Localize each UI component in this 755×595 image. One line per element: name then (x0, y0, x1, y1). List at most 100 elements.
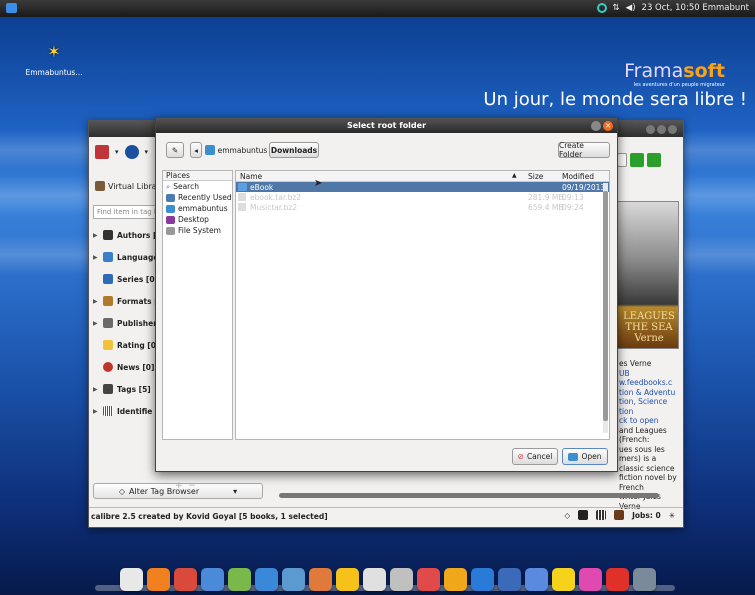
book-icon[interactable] (614, 510, 625, 520)
volume-icon[interactable]: ◀) (626, 3, 636, 13)
dock-app-icon[interactable] (470, 568, 494, 591)
dock-app-icon[interactable] (551, 568, 575, 591)
dock-app-icon[interactable] (632, 568, 656, 591)
dock-app-icon[interactable] (200, 568, 224, 591)
close-icon[interactable] (668, 125, 677, 134)
clock[interactable]: 23 Oct, 10:50 Emmabunt (642, 3, 749, 13)
dock-app-icon[interactable] (497, 568, 521, 591)
keyboard-icon[interactable]: ⇅ (613, 3, 620, 13)
place-item[interactable]: Recently Used (163, 192, 232, 203)
file-modified: 09:13 (562, 193, 584, 202)
chevron-down-icon[interactable]: ▾ (115, 148, 119, 156)
place-item[interactable]: File System (163, 225, 232, 236)
expand-icon[interactable]: ▶ (93, 320, 99, 327)
column-size[interactable]: Size (528, 172, 543, 181)
layout-icon[interactable] (578, 510, 589, 520)
dock-app-icon[interactable] (281, 568, 305, 591)
expand-icon[interactable]: ▶ (93, 408, 99, 415)
drive-icon (166, 226, 175, 235)
add-icon[interactable] (647, 153, 661, 167)
dock-app-icon[interactable] (389, 568, 413, 591)
dock-app-icon[interactable] (578, 568, 602, 591)
add-remove-bookmark[interactable]: + − (175, 481, 196, 491)
open-button[interactable]: Open (562, 448, 608, 465)
detail-link[interactable]: tion & Adventu (619, 388, 677, 398)
desktop-launcher[interactable]: ✶ Emmabuntus... (22, 42, 86, 77)
view-buttons (617, 153, 661, 167)
file-list[interactable]: Name ▲ Size Modified eBook 09/19/2013 eb… (235, 170, 610, 440)
file-row[interactable]: eBook 09/19/2013 (236, 182, 609, 192)
detail-link[interactable]: tion, Science (619, 397, 677, 407)
tag-icon[interactable]: ◇ (564, 511, 570, 520)
cancel-button[interactable]: ⊘ Cancel (512, 448, 558, 465)
grid-icon[interactable] (596, 510, 607, 520)
add-books-icon[interactable] (95, 145, 109, 159)
back-path-button[interactable]: ◂ (190, 142, 202, 158)
dock-app-icon[interactable] (227, 568, 251, 591)
dock-app-icon[interactable] (524, 568, 548, 591)
crumb-home[interactable]: emmabuntus (204, 142, 268, 158)
book-cover[interactable]: LEAGUES THE SEA Verne (617, 201, 679, 349)
dropdown-icon[interactable] (617, 153, 627, 167)
place-item[interactable]: emmabuntus (163, 203, 232, 214)
folder-icon (568, 452, 579, 461)
file-row: Musictar.bz2 659.4 MB 09:24 (236, 202, 609, 212)
horizontal-scrollbar[interactable] (279, 493, 659, 498)
dock-app-icon[interactable] (443, 568, 467, 591)
detail-link[interactable]: tion (619, 407, 677, 417)
close-icon[interactable]: ✕ (603, 121, 613, 131)
logo-part-a: Frama (624, 60, 684, 82)
column-modified[interactable]: Modified (562, 172, 594, 181)
applications-menu-icon[interactable] (6, 3, 17, 13)
scroll-thumb[interactable] (603, 191, 608, 421)
logo-tagline: les aventures d'un peuple migrateur (633, 82, 725, 88)
detail-link[interactable]: ck to open (619, 416, 677, 426)
star-icon (103, 340, 113, 350)
arrows-icon[interactable] (630, 153, 644, 167)
info-icon[interactable] (124, 145, 139, 159)
dock-app-icon[interactable] (362, 568, 386, 591)
detail-link[interactable]: w.feedbooks.c (619, 378, 677, 388)
mouse-cursor-icon: ➤ (314, 178, 323, 189)
expand-icon[interactable]: ▶ (93, 254, 99, 261)
place-item[interactable]: Desktop (163, 214, 232, 225)
dock-app-icon[interactable] (254, 568, 278, 591)
home-folder-icon (204, 145, 215, 155)
file-name: eBook (250, 183, 274, 192)
dialog-titlebar[interactable]: Select root folder ✕ (156, 118, 617, 133)
dock-app-icon[interactable] (416, 568, 440, 591)
expand-icon[interactable]: ▶ (93, 298, 99, 305)
expand-icon[interactable]: ▶ (93, 232, 99, 239)
column-name[interactable]: Name (240, 172, 262, 181)
dock-app-icon[interactable] (173, 568, 197, 591)
wallpaper-slogan: Un jour, le monde sera libre ! (483, 89, 747, 110)
file-size: 659.4 MB (528, 203, 564, 212)
edit-location-button[interactable]: ✎ (166, 142, 184, 158)
vertical-scrollbar[interactable] (603, 183, 608, 433)
minimize-icon[interactable] (591, 121, 601, 131)
network-icon[interactable] (596, 3, 607, 13)
place-label: File System (178, 226, 221, 235)
dock-app-icon[interactable] (605, 568, 629, 591)
dock-app-icon[interactable] (146, 568, 170, 591)
crumb-downloads[interactable]: Downloads (269, 142, 319, 158)
archive-icon (238, 203, 246, 211)
tag-label: Authors [ (117, 230, 157, 240)
dock-app-icon[interactable] (335, 568, 359, 591)
top-panel: ⇅ ◀) 23 Oct, 10:50 Emmabunt (0, 0, 755, 17)
place-item[interactable]: ⌕ Search (163, 181, 232, 192)
window-menu-icon[interactable] (646, 125, 655, 134)
dock-app-icon[interactable] (308, 568, 332, 591)
detail-link[interactable]: UB (619, 369, 677, 379)
jobs-indicator[interactable]: Jobs: 0 (632, 511, 661, 520)
spinner-icon: ✳ (668, 510, 675, 520)
minimize-icon[interactable] (657, 125, 666, 134)
select-folder-dialog[interactable]: Select root folder ✕ ✎ ◂ emmabuntus Down… (155, 117, 618, 491)
crumb-label: emmabuntus (217, 145, 268, 155)
create-folder-button[interactable]: Create Folder (558, 141, 610, 159)
tag-label: Identifie (117, 406, 153, 416)
dock-app-icon[interactable] (119, 568, 143, 591)
chevron-down-icon[interactable]: ▾ (145, 148, 149, 156)
expand-icon[interactable]: ▶ (93, 386, 99, 393)
file-modified: 09:24 (562, 203, 584, 212)
